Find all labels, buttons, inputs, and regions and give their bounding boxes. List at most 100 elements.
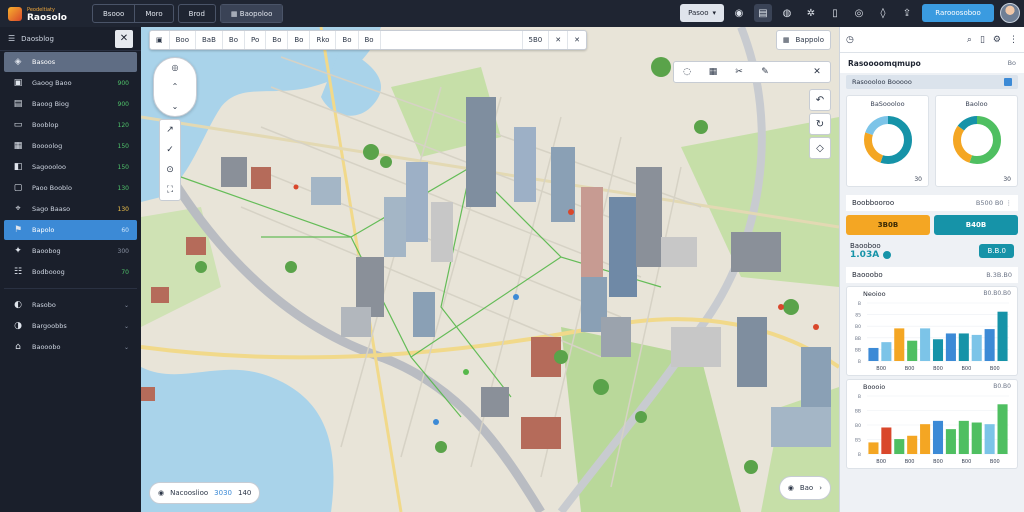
draw-line-icon[interactable]: ↗ [160, 120, 180, 140]
close-icon[interactable]: ✕ [804, 62, 830, 82]
map-view[interactable]: ▣ Boo BaB Bo Po Bo Bo Rko Bo Bo 5B0 ✕ ✕ … [141, 27, 839, 512]
menu-item-b[interactable]: Moro [134, 5, 172, 22]
edit-icon[interactable]: ✓ [160, 140, 180, 160]
map-corner-button[interactable]: ▦ Bappolo [775, 30, 831, 50]
bar[interactable] [932, 420, 944, 454]
select-box-icon[interactable]: ▦ [700, 62, 726, 82]
panel-filter[interactable]: Rasoooloo Booooo [846, 75, 1018, 89]
map-tool-5[interactable]: Bo [288, 31, 311, 49]
sidebar-item-5[interactable]: ◧ Sagoooloo 150 [4, 157, 137, 177]
bar[interactable] [958, 420, 969, 454]
map-tool-2[interactable]: Bo [223, 31, 245, 49]
bar[interactable] [907, 435, 918, 454]
sidebar-item-10[interactable]: ☷ Bodbooog 70 [4, 262, 137, 282]
sidebar-menu-icon[interactable]: ☰ [8, 34, 15, 43]
bar[interactable] [920, 424, 931, 454]
menu-item-c[interactable]: Brod [179, 5, 215, 22]
drop-icon[interactable]: ◊ [874, 4, 892, 22]
zoom-icon: ◉ [787, 484, 794, 492]
close-icon[interactable]: ✕ [568, 31, 586, 49]
search-button[interactable]: Rarooosoboo [922, 4, 994, 22]
app-logo[interactable]: Peodeltiaty Raosolo [0, 6, 88, 22]
sidebar-item-7[interactable]: ⌖ Sago Baaso 130 [4, 199, 137, 219]
bar[interactable] [984, 329, 995, 361]
settings-icon[interactable]: ✲ [802, 4, 820, 22]
save-icon[interactable]: ▯ [980, 35, 985, 45]
up-icon[interactable]: ⌃ [172, 82, 179, 91]
map-tool-6[interactable]: Rko [310, 31, 337, 49]
clock-icon[interactable]: ◎ [850, 4, 868, 22]
donut-card-a[interactable]: BaSoooloo 30 [846, 95, 929, 187]
ruler-icon[interactable]: ◇ [809, 137, 831, 159]
map-search-field[interactable] [381, 31, 523, 49]
sidebar-item-12[interactable]: ◑ Bargoobbs ⌄ [4, 316, 137, 336]
pencil-icon[interactable]: ✎ [752, 62, 778, 82]
donut-card-b[interactable]: Baoloo 30 [935, 95, 1018, 187]
bar[interactable] [958, 333, 969, 361]
search-icon[interactable]: ⌕ [967, 35, 972, 45]
map-tool-0[interactable]: Boo [170, 31, 196, 49]
bar[interactable] [932, 339, 944, 361]
bar[interactable] [984, 424, 995, 454]
bar[interactable] [920, 328, 931, 361]
map-tool-8[interactable]: Bo [359, 31, 381, 49]
close-icon[interactable]: ✕ [549, 31, 569, 49]
map-tool-4[interactable]: Bo [266, 31, 289, 49]
compass-icon[interactable]: ◎ [172, 63, 179, 72]
scissors-icon[interactable]: ✂ [726, 62, 752, 82]
menu-item-d[interactable]: ▦ Baopoloo [220, 5, 283, 22]
view-selector[interactable]: Pasoo ▾ [680, 4, 724, 22]
bar[interactable] [945, 333, 956, 361]
metric-pill[interactable]: B.B.0 [979, 244, 1014, 258]
bar[interactable] [997, 404, 1008, 454]
sidebar-item-2[interactable]: ▤ Baoog Biog 900 [4, 94, 137, 114]
bar[interactable] [868, 442, 879, 454]
sidebar-item-9[interactable]: ✦ Baoobog 300 [4, 241, 137, 261]
redo-icon[interactable]: ↻ [809, 113, 831, 135]
settings-icon[interactable]: ⚙ [993, 35, 1001, 45]
sidebar-item-11[interactable]: ◐ Rasobo ⌄ [4, 295, 137, 315]
bar[interactable] [894, 328, 905, 361]
kpi-b[interactable]: B40B [934, 215, 1018, 235]
close-icon[interactable]: ✕ [115, 29, 133, 48]
alert-icon[interactable]: ◍ [778, 4, 796, 22]
avatar[interactable] [1000, 3, 1020, 23]
sidebar-item-4[interactable]: ▦ Boooolog 150 [4, 136, 137, 156]
lasso-icon[interactable]: ◌ [674, 62, 700, 82]
bar[interactable] [907, 340, 918, 361]
bar[interactable] [894, 439, 905, 454]
expand-icon[interactable]: ⛶ [160, 180, 180, 200]
bar[interactable] [881, 427, 892, 454]
camera-icon[interactable]: ◉ [730, 4, 748, 22]
bar[interactable] [868, 347, 879, 361]
bar[interactable] [997, 311, 1008, 361]
map-zoom-control[interactable]: ◉ Bao › [778, 476, 831, 500]
layers-icon[interactable]: ⊙ [160, 160, 180, 180]
map-tool-image-icon[interactable]: ▣ [150, 31, 170, 49]
bar[interactable] [971, 334, 982, 361]
map-tool-1[interactable]: BaB [196, 31, 223, 49]
timer-icon[interactable]: ◷ [846, 35, 854, 45]
checkbox[interactable] [1004, 78, 1012, 86]
map-tool-3[interactable]: Po [245, 31, 267, 49]
sidebar-item-1[interactable]: ▣ Gaoog Baoo 900 [4, 73, 137, 93]
sidebar-item-13[interactable]: ⌂ Baooobo ⌄ [4, 337, 137, 357]
share-icon[interactable]: ⇪ [898, 4, 916, 22]
sidebar-item-8[interactable]: ⚑ Bapolo 60 [4, 220, 137, 240]
menu-item-a[interactable]: Bsooo [93, 5, 134, 22]
more-icon[interactable]: ⋮ [1003, 199, 1012, 207]
more-icon[interactable]: ⋮ [1009, 35, 1018, 45]
down-icon[interactable]: ⌄ [172, 102, 179, 111]
grid-icon[interactable]: ▤ [754, 4, 772, 22]
bar[interactable] [945, 429, 956, 454]
sidebar-item-0[interactable]: ◈ Basoos [4, 52, 137, 72]
sidebar-item-6[interactable]: ▢ Paoo Booblo 130 [4, 178, 137, 198]
map-tool-7[interactable]: Bo [336, 31, 359, 49]
bar[interactable] [881, 342, 892, 361]
mobile-icon[interactable]: ▯ [826, 4, 844, 22]
y-tick-label: 85 [855, 313, 861, 319]
bar[interactable] [971, 422, 982, 454]
sidebar-item-3[interactable]: ▭ Booblop 120 [4, 115, 137, 135]
undo-icon[interactable]: ↶ [809, 89, 831, 111]
kpi-a[interactable]: 3B0B [846, 215, 930, 235]
